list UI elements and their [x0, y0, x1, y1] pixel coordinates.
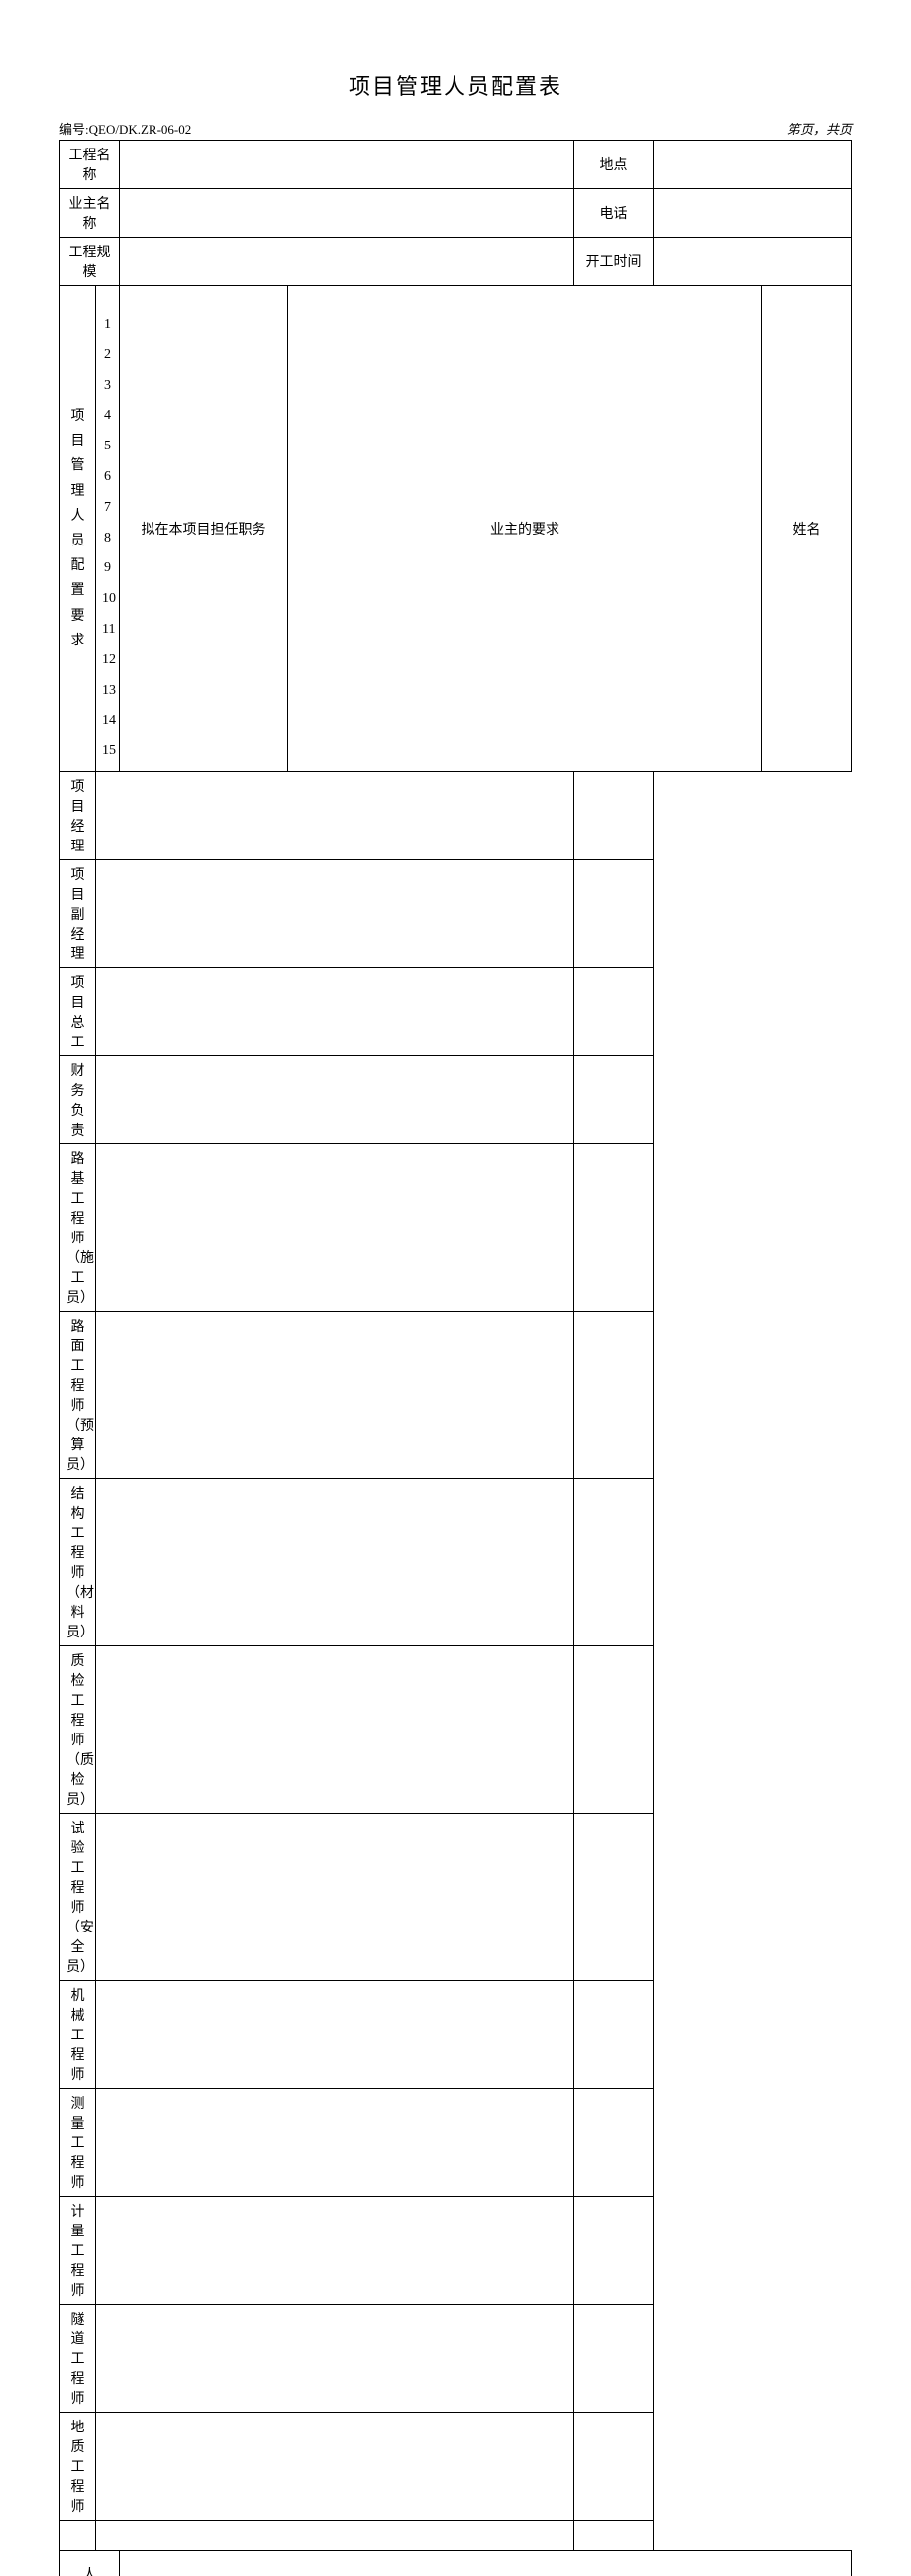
role-row: 路面工程师（预算员） — [60, 1311, 852, 1478]
role-cell: 试验工程师（安全员） — [60, 1813, 96, 1980]
role-row: 计量工程师 — [60, 2196, 852, 2304]
role-row: 地质工程师 — [60, 2412, 852, 2520]
role-row: 路基工程师（施工员） — [60, 1143, 852, 1311]
name-cell[interactable] — [574, 1055, 654, 1143]
requirement-cell[interactable] — [96, 2196, 574, 2304]
name-cell[interactable] — [574, 1143, 654, 1311]
start-date-label: 开工时间 — [574, 238, 654, 286]
role-row: 项目副经理 — [60, 859, 852, 967]
config-requirement-label: 项目管理人员配置要求 — [60, 286, 96, 772]
owner-name-row: 业主名称 电话 — [60, 189, 852, 238]
page-number-info: 笫页，共页 — [787, 119, 852, 138]
role-cell: 项目经理 — [60, 771, 96, 859]
requirement-cell[interactable] — [96, 1143, 574, 1311]
role-row: 机械工程师 — [60, 1980, 852, 2088]
name-cell[interactable] — [574, 967, 654, 1055]
location-value[interactable] — [654, 141, 852, 189]
scale-value[interactable] — [120, 238, 574, 286]
role-row: 财务负责 — [60, 1055, 852, 1143]
name-cell[interactable] — [574, 1645, 654, 1813]
name-cell[interactable] — [574, 2412, 654, 2520]
name-cell[interactable] — [574, 1813, 654, 1980]
owner-name-label: 业主名称 — [60, 189, 120, 238]
row-numbers: 123456789101112131415 — [96, 286, 120, 772]
role-cell: 机械工程师 — [60, 1980, 96, 2088]
role-cell: 项目副经理 — [60, 859, 96, 967]
roles-header-row: 项目管理人员配置要求 123456789101112131415 拟在本项目担任… — [60, 286, 852, 772]
role-row: 项目经理 — [60, 771, 852, 859]
role-cell: 路基工程师（施工员） — [60, 1143, 96, 1311]
requirement-cell[interactable] — [96, 771, 574, 859]
requirement-cell[interactable] — [96, 2304, 574, 2412]
project-name-value[interactable] — [120, 141, 574, 189]
role-cell: 隧道工程师 — [60, 2304, 96, 2412]
role-row: 项目总工 — [60, 967, 852, 1055]
requirement-cell[interactable] — [96, 1055, 574, 1143]
labor-dept-opinion-body[interactable] — [120, 2550, 852, 2576]
requirement-cell[interactable] — [96, 1813, 574, 1980]
labor-dept-label: 人劳部Π意见 — [60, 2550, 120, 2576]
form-code: 编号:QEO/DK.ZR-06-02 — [59, 119, 191, 138]
role-cell: 财务负责 — [60, 1055, 96, 1143]
col-role: 拟在本项目担任职务 — [120, 286, 288, 772]
role-cell: 项目总工 — [60, 967, 96, 1055]
requirement-cell[interactable] — [96, 967, 574, 1055]
start-date-value[interactable] — [654, 238, 852, 286]
scale-label: 工程规模 — [60, 238, 120, 286]
scale-row: 工程规模 开工时间 — [60, 238, 852, 286]
page-title: 项目管理人员配置表 — [59, 69, 852, 101]
requirement-cell[interactable] — [96, 2520, 574, 2550]
col-requirement: 业主的要求 — [288, 286, 762, 772]
meta-row: 编号:QEO/DK.ZR-06-02 笫页，共页 — [59, 119, 852, 138]
requirement-cell[interactable] — [96, 1645, 574, 1813]
requirement-cell[interactable] — [96, 1980, 574, 2088]
role-cell: 地质工程师 — [60, 2412, 96, 2520]
role-cell: 测量工程师 — [60, 2088, 96, 2196]
name-cell[interactable] — [574, 2196, 654, 2304]
requirement-cell[interactable] — [96, 2088, 574, 2196]
owner-name-value[interactable] — [120, 189, 574, 238]
requirement-cell[interactable] — [96, 2412, 574, 2520]
name-cell[interactable] — [574, 1311, 654, 1478]
role-cell: 路面工程师（预算员） — [60, 1311, 96, 1478]
name-cell[interactable] — [574, 859, 654, 967]
role-row: 隧道工程师 — [60, 2304, 852, 2412]
project-name-label: 工程名称 — [60, 141, 120, 189]
name-cell[interactable] — [574, 2520, 654, 2550]
requirement-cell[interactable] — [96, 859, 574, 967]
requirement-cell[interactable] — [96, 1478, 574, 1645]
role-row: 试验工程师（安全员） — [60, 1813, 852, 1980]
phone-label: 电话 — [574, 189, 654, 238]
role-cell — [60, 2520, 96, 2550]
location-label: 地点 — [574, 141, 654, 189]
project-name-row: 工程名称 地点 — [60, 141, 852, 189]
role-row: 测量工程师 — [60, 2088, 852, 2196]
col-name: 姓名 — [762, 286, 852, 772]
name-cell[interactable] — [574, 2088, 654, 2196]
phone-value[interactable] — [654, 189, 852, 238]
role-row: 质检工程师（质检员） — [60, 1645, 852, 1813]
role-row: 结构工程师（材料员） — [60, 1478, 852, 1645]
role-cell: 计量工程师 — [60, 2196, 96, 2304]
labor-dept-opinion-row: 人劳部Π意见 — [60, 2550, 852, 2576]
name-cell[interactable] — [574, 771, 654, 859]
name-cell[interactable] — [574, 2304, 654, 2412]
requirement-cell[interactable] — [96, 1311, 574, 1478]
form-table: 工程名称 地点 业主名称 电话 工程规模 开工时间 项目管理人员配置要求 123… — [59, 140, 852, 2576]
role-cell: 质检工程师（质检员） — [60, 1645, 96, 1813]
role-row — [60, 2520, 852, 2550]
role-cell: 结构工程师（材料员） — [60, 1478, 96, 1645]
name-cell[interactable] — [574, 1980, 654, 2088]
name-cell[interactable] — [574, 1478, 654, 1645]
